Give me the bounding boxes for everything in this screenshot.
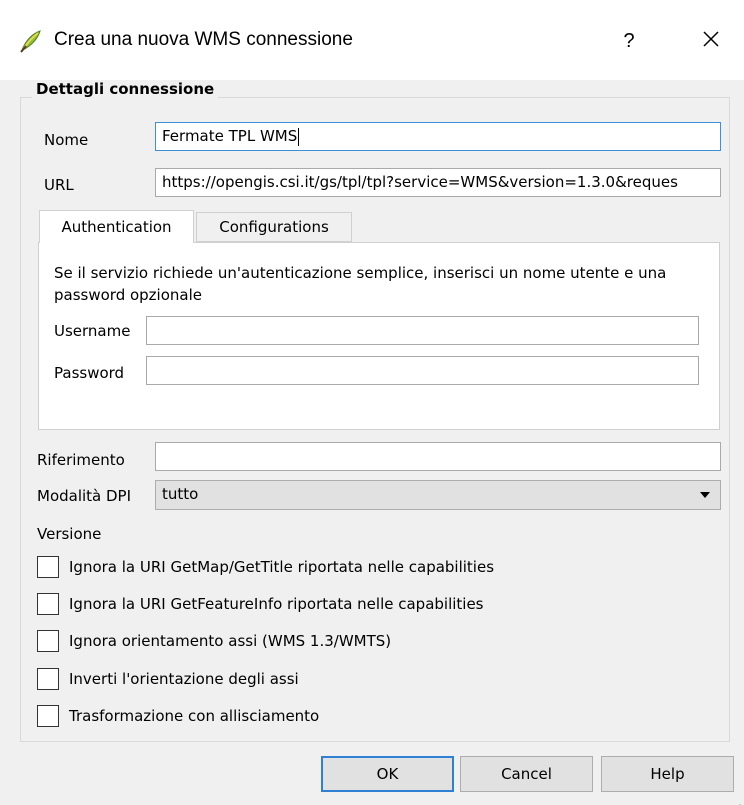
checkbox-row-ignore-getmap[interactable]: Ignora la URI GetMap/GetTitle riportata … [37,556,494,578]
ignore-getmap-checkbox[interactable] [37,556,59,578]
dpi-mode-label: Modalità DPI [37,487,132,505]
close-icon [702,30,720,52]
smooth-pixmap-transform-label: Trasformazione con allisciamento [69,707,320,725]
referer-input[interactable] [155,442,721,471]
dpi-mode-selected: tutto [162,485,199,503]
checkbox-row-invert-axis[interactable]: Inverti l'orientazione degli assi [37,668,299,690]
checkbox-row-ignore-getfeatureinfo[interactable]: Ignora la URI GetFeatureInfo riportata n… [37,593,484,615]
ignore-getfeatureinfo-checkbox[interactable] [37,593,59,615]
resize-grip-icon[interactable] [734,795,742,805]
invert-axis-orientation-label: Inverti l'orientazione degli assi [69,670,299,688]
title-bar[interactable]: Crea una nuova WMS connessione ? [0,0,744,80]
tab-configurations[interactable]: Configurations [196,212,352,242]
checkbox-row-ignore-axis[interactable]: Ignora orientamento assi (WMS 1.3/WMTS) [37,630,391,652]
smooth-pixmap-transform-checkbox[interactable] [37,705,59,727]
window-title: Crea una nuova WMS connessione [54,29,353,50]
cancel-button[interactable]: Cancel [460,756,593,792]
qgis-icon [18,28,44,54]
close-button[interactable] [694,24,728,58]
dpi-mode-select[interactable]: tutto [155,480,721,510]
chevron-down-icon [700,492,710,498]
auth-description: Se il servizio richiede un'autenticazion… [54,264,667,304]
help-button[interactable]: Help [601,756,734,792]
help-question-button[interactable]: ? [612,24,646,58]
help-button-label: Help [650,765,685,783]
name-input-value: Fermate TPL WMS [162,127,298,145]
dialog-window: Crea una nuova WMS connessione ? Dettagl… [0,0,744,805]
invert-axis-orientation-checkbox[interactable] [37,668,59,690]
password-input[interactable] [146,356,699,385]
url-input-value: https://opengis.csi.it/gs/tpl/tpl?servic… [162,173,678,191]
password-label: Password [54,364,125,382]
ok-button-label: OK [376,765,399,783]
ok-button[interactable]: OK [321,756,454,792]
tab-authentication[interactable]: Authentication [39,210,194,243]
url-input[interactable]: https://opengis.csi.it/gs/tpl/tpl?servic… [155,168,721,197]
tab-authentication-label: Authentication [61,218,172,236]
group-title: Dettagli connessione [32,80,219,98]
referer-label: Riferimento [37,451,125,469]
ignore-axis-orientation-label: Ignora orientamento assi (WMS 1.3/WMTS) [69,632,392,650]
version-label: Versione [37,525,102,543]
username-label: Username [54,322,131,340]
tab-configurations-label: Configurations [219,218,329,236]
checkbox-row-smooth-transform[interactable]: Trasformazione con allisciamento [37,705,319,727]
url-label: URL [44,176,74,194]
name-input[interactable]: Fermate TPL WMS [155,122,721,151]
ignore-getmap-label: Ignora la URI GetMap/GetTitle riportata … [69,558,495,576]
cancel-button-label: Cancel [501,765,552,783]
text-caret [298,127,300,146]
ignore-getfeatureinfo-label: Ignora la URI GetFeatureInfo riportata n… [69,595,484,613]
name-label: Nome [44,131,89,149]
username-input[interactable] [146,316,699,345]
ignore-axis-orientation-checkbox[interactable] [37,630,59,652]
